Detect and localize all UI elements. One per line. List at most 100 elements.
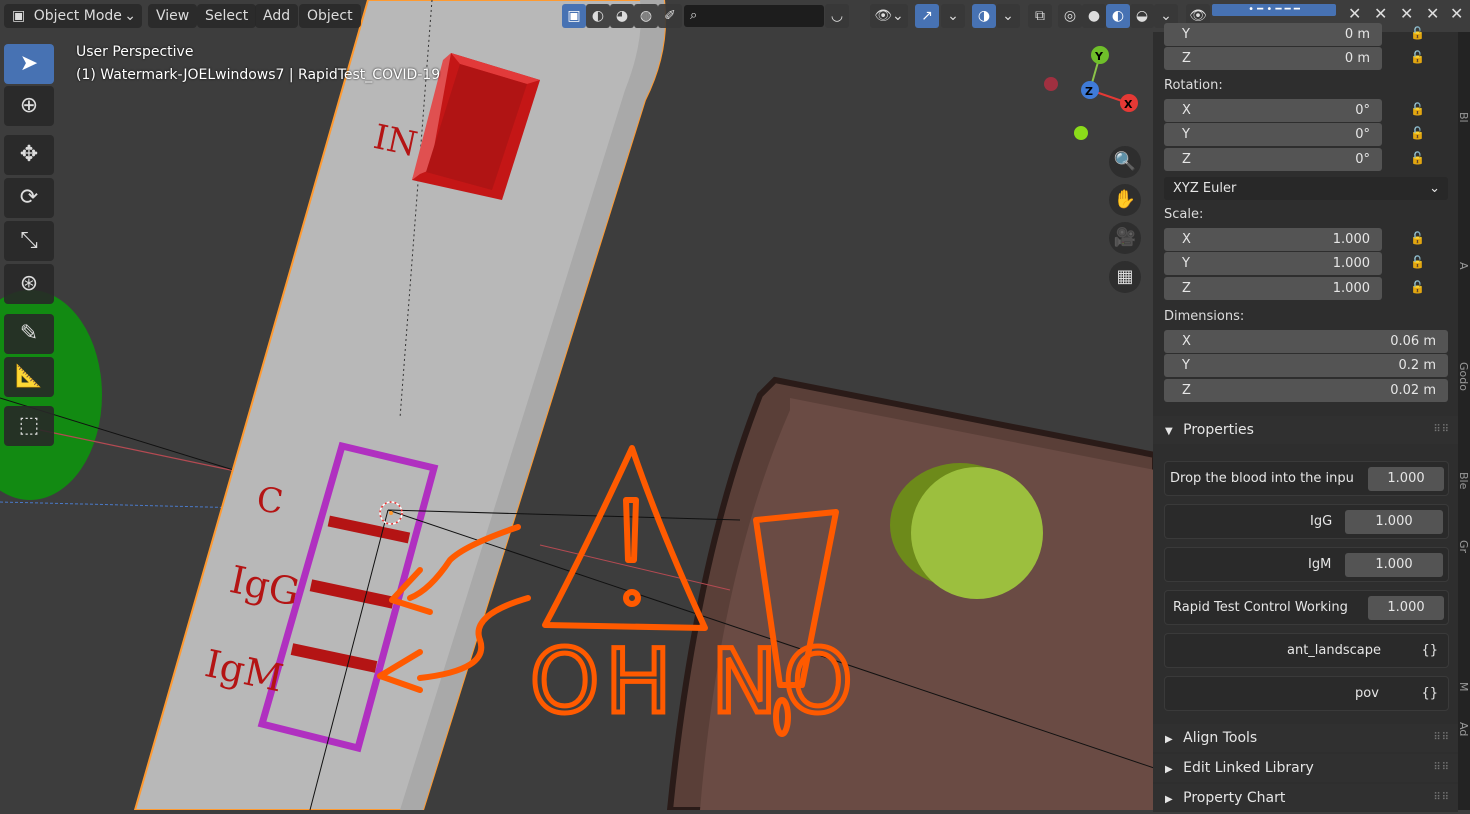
green-cylinder xyxy=(911,467,1043,599)
move-tool-button[interactable]: ✥ xyxy=(4,135,54,175)
tab-a[interactable]: A xyxy=(1457,262,1470,270)
grip-icon[interactable]: ⠿⠿ xyxy=(1433,784,1450,812)
tab-bl[interactable]: Bl xyxy=(1457,112,1470,123)
tab-m[interactable]: M xyxy=(1457,682,1470,692)
search-input[interactable]: ⌕ xyxy=(684,5,824,27)
scale-y-field[interactable]: Y 1.000 xyxy=(1164,252,1382,275)
gizmo-toggle[interactable]: ↗ xyxy=(915,4,939,28)
zoom-button[interactable]: 🔍 xyxy=(1109,146,1141,178)
shading-button[interactable]: ◕ xyxy=(610,4,634,28)
eye-icon: 👁 xyxy=(1189,8,1207,24)
tab-ble[interactable]: Ble xyxy=(1457,472,1470,489)
rendered-shading[interactable]: ◒ xyxy=(1130,4,1154,28)
dimensions-x-field[interactable]: X 0.06 m xyxy=(1164,330,1448,353)
pencil-icon: ✎ xyxy=(19,321,39,346)
close-icon[interactable]: ✕ xyxy=(1374,4,1387,23)
menu-object[interactable]: Object xyxy=(299,4,361,28)
dimensions-label: Dimensions: xyxy=(1164,309,1245,324)
triangle-right-icon: ▶ xyxy=(1165,794,1173,805)
grip-icon[interactable]: ⠿⠿ xyxy=(1433,754,1450,782)
wireframe-shading[interactable]: ◎ xyxy=(1058,4,1082,28)
material-button[interactable]: ◐ xyxy=(586,4,610,28)
pan-button[interactable]: ✋ xyxy=(1109,184,1141,216)
dimensions-y-field[interactable]: Y 0.2 m xyxy=(1164,354,1448,377)
lock-icon[interactable]: 🔓 xyxy=(1410,151,1428,169)
close-icon[interactable]: ✕ xyxy=(1400,4,1413,23)
perspective-toggle-button[interactable]: ▦ xyxy=(1109,261,1141,293)
triangle-right-icon: ▶ xyxy=(1165,734,1173,745)
measure-tool-button[interactable]: 📐 xyxy=(4,357,54,397)
tab-gr[interactable]: Gr xyxy=(1457,540,1470,553)
brush-button[interactable]: ✐ xyxy=(658,4,682,28)
rotation-x-field[interactable]: X 0° xyxy=(1164,99,1382,122)
scale-z-field[interactable]: Z 1.000 xyxy=(1164,277,1382,300)
rotation-y-field[interactable]: Y 0° xyxy=(1164,123,1382,146)
svg-text:Y: Y xyxy=(1094,50,1104,63)
search-toggle-button[interactable]: ◡ xyxy=(825,4,849,28)
tab-godo[interactable]: Godo xyxy=(1457,362,1470,391)
property-row-ant-landscape[interactable]: ant_landscape {} xyxy=(1164,633,1449,668)
tab-ad[interactable]: Ad xyxy=(1457,722,1470,736)
close-icon[interactable]: ✕ xyxy=(1348,4,1361,23)
overlay-dropdown[interactable]: ⌄ xyxy=(996,4,1020,28)
view-name: User Perspective xyxy=(76,44,194,60)
curve-icon: ◡ xyxy=(830,8,844,24)
lock-icon[interactable]: 🔓 xyxy=(1410,102,1428,120)
menu-select[interactable]: Select xyxy=(197,4,257,28)
lock-icon[interactable]: 🔓 xyxy=(1410,231,1428,249)
transform-tool-button[interactable]: ⊛ xyxy=(4,264,54,304)
menu-view[interactable]: View xyxy=(148,4,198,28)
solid-select-button[interactable]: ▣ xyxy=(562,4,586,28)
scale-label: Scale: xyxy=(1164,207,1204,222)
overlay-icon: ◑ xyxy=(977,8,991,24)
xray-toggle[interactable]: ⧉ xyxy=(1028,4,1052,28)
solid-sphere-icon: ● xyxy=(1087,8,1101,24)
property-chart-section-header[interactable]: ▶ Property Chart ⠿⠿ xyxy=(1153,784,1458,812)
sidebar-tabs: Bl A Godo Ble Gr M Ad xyxy=(1457,32,1470,810)
rotation-z-field[interactable]: Z 0° xyxy=(1164,148,1382,171)
rotate-tool-button[interactable]: ⟳ xyxy=(4,178,54,218)
world-button[interactable]: ◍ xyxy=(634,4,658,28)
rotation-mode-dropdown[interactable]: XYZ Euler ⌄ xyxy=(1164,177,1448,200)
annotate-tool-button[interactable]: ✎ xyxy=(4,314,54,354)
close-icon[interactable]: ✕ xyxy=(1426,4,1439,23)
align-tools-section-header[interactable]: ▶ Align Tools ⠿⠿ xyxy=(1153,724,1458,752)
close-icon[interactable]: ✕ xyxy=(1450,4,1463,23)
lock-icon[interactable]: 🔓 xyxy=(1410,26,1428,44)
label-c: C xyxy=(254,479,285,522)
select-tool-button[interactable]: ➤ xyxy=(4,44,54,84)
overlay-toggle[interactable]: ◑ xyxy=(972,4,996,28)
lock-icon[interactable]: 🔓 xyxy=(1410,280,1428,298)
material-shading[interactable]: ◐ xyxy=(1106,4,1130,28)
property-row-pov[interactable]: pov {} xyxy=(1164,676,1449,711)
grip-icon[interactable]: ⠿⠿ xyxy=(1433,724,1450,752)
properties-section-header[interactable]: ▼ Properties ⠿⠿ xyxy=(1153,416,1458,444)
location-y-field[interactable]: Y0 m xyxy=(1164,23,1382,46)
cursor-select-icon: ➤ xyxy=(19,51,39,76)
lock-icon[interactable]: 🔓 xyxy=(1410,50,1428,68)
add-cube-tool-button[interactable]: ⬚ xyxy=(4,406,54,446)
camera-view-button[interactable]: 🎥 xyxy=(1109,222,1141,254)
grip-icon[interactable]: ⠿⠿ xyxy=(1433,416,1450,444)
location-z-field[interactable]: Z0 m xyxy=(1164,47,1382,70)
3d-cursor-tool-button[interactable]: ⊕ xyxy=(4,86,54,126)
menu-add[interactable]: Add xyxy=(255,4,299,28)
lock-icon[interactable]: 🔓 xyxy=(1410,255,1428,273)
mode-dropdown[interactable]: ▣ Object Mode ⌄ xyxy=(4,4,142,28)
slider-strip[interactable]: • ━ • ━ ━ ━ xyxy=(1212,4,1336,16)
transform-icon: ⊛ xyxy=(19,271,39,296)
chevron-down-icon: ⌄ xyxy=(1160,8,1172,24)
eye-arrow-icon: 👁⌄ xyxy=(874,8,904,24)
material-sphere-icon: ◐ xyxy=(1111,8,1125,24)
shading-icon: ◕ xyxy=(615,8,629,24)
svg-text:Z: Z xyxy=(1085,85,1093,98)
lock-icon[interactable]: 🔓 xyxy=(1410,126,1428,144)
scale-x-field[interactable]: X 1.000 xyxy=(1164,228,1382,251)
solid-shading[interactable]: ● xyxy=(1082,4,1106,28)
gizmo-dropdown[interactable]: ⌄ xyxy=(941,4,965,28)
dimensions-z-field[interactable]: Z 0.02 m xyxy=(1164,379,1448,402)
edit-linked-library-section-header[interactable]: ▶ Edit Linked Library ⠿⠿ xyxy=(1153,754,1458,782)
visibility-dropdown[interactable]: 👁⌄ xyxy=(870,4,908,28)
scale-tool-button[interactable]: ⤡ xyxy=(4,221,54,261)
object-info: (1) Watermark-JOELwindows7 | RapidTest_C… xyxy=(76,67,441,83)
